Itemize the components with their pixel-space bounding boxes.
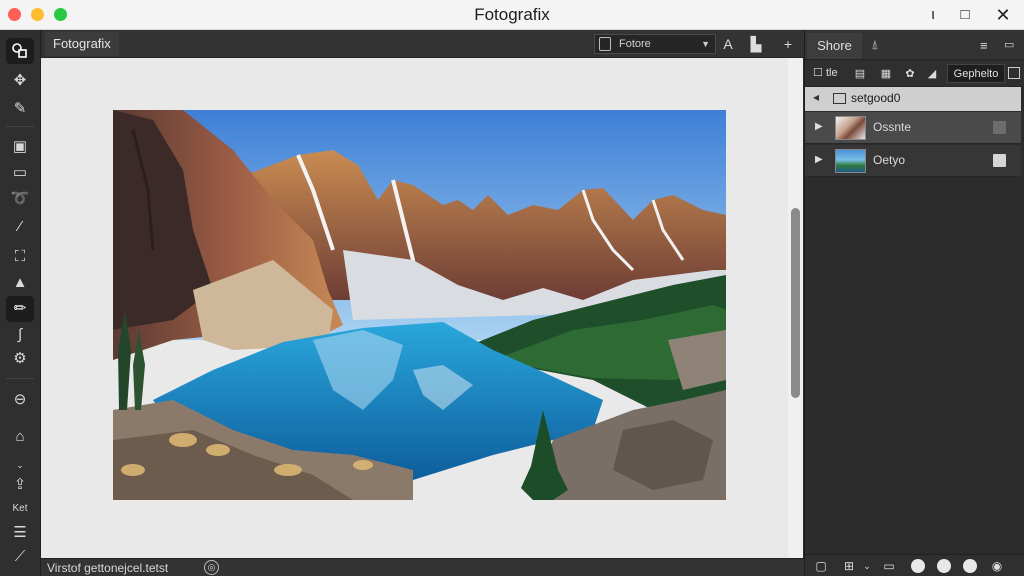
tool-divider <box>6 126 34 127</box>
picker-icon[interactable]: ⟋ <box>6 544 34 570</box>
folder-icon[interactable]: ▭ <box>881 559 897 573</box>
visibility-toggle[interactable] <box>993 154 1006 167</box>
info-icon[interactable]: ◎ <box>204 560 219 575</box>
curve-icon[interactable]: ∫ <box>6 322 34 348</box>
eyedropper-icon[interactable]: ⁄ <box>6 214 34 240</box>
layer-name: Ossnte <box>873 120 912 134</box>
minimize-button[interactable]: ι <box>922 5 944 25</box>
marquee-icon[interactable]: ▭ <box>6 160 34 186</box>
toolbar-label: ☐ tle <box>813 66 838 79</box>
clone-icon[interactable]: ⛶ <box>6 244 34 270</box>
panel-menu-icon[interactable]: ≡ <box>980 38 988 53</box>
folder-icon[interactable]: ▙ <box>747 34 765 54</box>
tab-layers[interactable]: Shore <box>807 33 862 59</box>
circle-icon[interactable] <box>911 559 925 573</box>
effects-icon[interactable]: ✿ <box>901 65 919 83</box>
pencil-icon[interactable]: ✏ <box>6 296 34 322</box>
brush-icon[interactable]: ✎ <box>6 96 34 122</box>
layer-row[interactable]: ▶ Ossnte <box>805 112 1021 144</box>
arrow-up-icon[interactable]: ▲ <box>6 270 34 296</box>
adjust-icon[interactable]: ◢ <box>923 65 941 83</box>
move-icon[interactable]: ✥ <box>6 68 34 94</box>
preset-dropdown[interactable]: Fotore ▼ <box>594 34 716 54</box>
circle-icon[interactable] <box>937 559 951 573</box>
document-icon <box>599 37 611 51</box>
status-text: Virstof gettonejcel.tetst <box>47 561 169 575</box>
status-bar: Virstof gettonejcel.tetst ◎ <box>41 558 804 576</box>
toolbar-text: tle <box>825 67 838 79</box>
layers-dropdown-icon[interactable]: ⊞ <box>841 559 857 573</box>
gear-icon[interactable]: ⚙ <box>6 346 34 372</box>
chevron-down-icon[interactable]: ⌄ <box>859 559 875 573</box>
bookmark-icon[interactable]: ⌂ <box>6 424 34 450</box>
panel-bottom-toolbar: ▢ ⊞ ⌄ ▭ ◉ <box>805 554 1024 576</box>
scrollbar-thumb[interactable] <box>791 208 800 398</box>
trash-icon[interactable]: ◉ <box>989 559 1005 573</box>
back-arrow-icon[interactable]: ◂ <box>813 90 819 104</box>
title-bar: Fotografix ι □ ✕ <box>0 0 1024 30</box>
comment-icon[interactable]: ▢ <box>813 559 829 573</box>
maximize-button[interactable]: □ <box>954 5 976 25</box>
tools-panel: ✥ ✎ ▣ ▭ ➰ ⁄ ⛶ ▲ ✏ ∫ ⚙ ⊖ ⌂ ⌄ ⇪ Ket ☰ ⟋ <box>0 30 41 576</box>
group-name: setgood0 <box>851 91 901 105</box>
layer-group[interactable]: ◂ setgood0 <box>805 87 1021 111</box>
add-icon[interactable]: + <box>779 34 797 54</box>
layers-panel: Shore ⍋ ≡ ▭ ☐ tle ▤ ▦ ✿ ◢ Gephelto ◂ set… <box>804 30 1024 576</box>
text-icon[interactable]: A <box>719 34 737 54</box>
canvas-area[interactable] <box>41 58 788 558</box>
window-title: Fotografix <box>474 5 550 24</box>
checkbox-icon[interactable]: ☐ <box>813 67 823 79</box>
document-tab-bar: Fotografix Fotore ▼ A ▙ + <box>41 30 804 58</box>
landscape-photo[interactable] <box>113 110 726 500</box>
blend-mode-dropdown[interactable]: Gephelto <box>947 64 1005 83</box>
layer-thumbnail <box>835 116 866 140</box>
layer-name: Oetyo <box>873 153 906 167</box>
document-tab[interactable]: Fotografix <box>45 32 119 56</box>
select-shapes-icon[interactable] <box>6 38 34 64</box>
crop-icon[interactable]: ▣ <box>6 134 34 160</box>
visibility-toggle[interactable] <box>993 121 1006 134</box>
text-tool-label[interactable]: Ket <box>6 496 34 522</box>
tab-adjust-icon[interactable]: ⍋ <box>871 37 879 53</box>
chevron-down-icon: ▼ <box>701 39 710 49</box>
new-layer-icon[interactable]: ▤ <box>851 65 869 83</box>
circle-icon[interactable] <box>963 559 977 573</box>
lasso-icon[interactable]: ➰ <box>6 186 34 212</box>
tool-divider <box>6 378 34 379</box>
folder-icon <box>833 93 846 104</box>
mask-icon[interactable]: ▦ <box>877 65 895 83</box>
layer-row[interactable]: ▶ Oetyo <box>805 145 1021 177</box>
layer-thumbnail <box>835 149 866 173</box>
lock-icon[interactable] <box>1008 67 1020 79</box>
close-button[interactable]: ✕ <box>992 5 1014 25</box>
vertical-scrollbar[interactable] <box>788 58 803 558</box>
collapse-icon[interactable]: ▭ <box>1004 38 1014 51</box>
panel-tabs: Shore ⍋ ≡ ▭ <box>805 30 1024 60</box>
expand-triangle-icon[interactable]: ▶ <box>815 121 823 132</box>
sliders-icon[interactable]: ☰ <box>6 520 34 546</box>
minus-circle-icon[interactable]: ⊖ <box>6 387 34 413</box>
export-icon[interactable]: ⇪ <box>6 472 34 498</box>
preset-value: Fotore <box>619 38 651 50</box>
layers-toolbar: ☐ tle ▤ ▦ ✿ ◢ Gephelto <box>805 61 1024 87</box>
expand-triangle-icon[interactable]: ▶ <box>815 154 823 165</box>
